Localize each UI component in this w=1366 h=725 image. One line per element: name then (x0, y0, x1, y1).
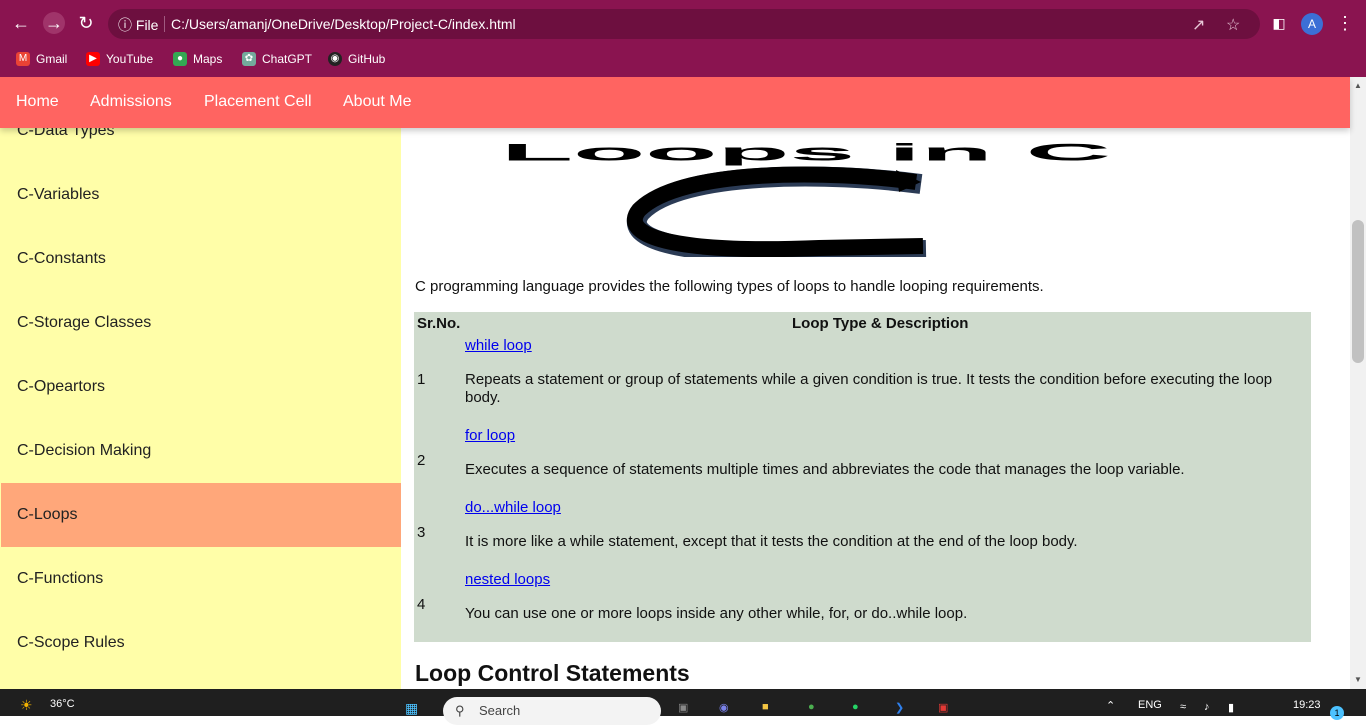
chrome-icon[interactable]: ● (808, 701, 815, 713)
menu-kebab-icon[interactable]: ⋮ (1334, 12, 1356, 34)
bookmark-star-icon[interactable]: ☆ (1226, 15, 1240, 35)
bookmark-maps[interactable]: ● Maps (173, 52, 222, 66)
loops-in-c-banner: Loops in C (501, 139, 1111, 257)
intro-text: C programming language provides the foll… (415, 278, 1044, 295)
do-while-loop-link[interactable]: do...while loop (465, 499, 561, 516)
vscode-icon[interactable]: ❯ (895, 701, 904, 714)
bookmark-label: GitHub (348, 52, 386, 66)
address-bar[interactable]: ⓘ File C:/Users/amanj/OneDrive/Desktop/P… (108, 9, 1260, 39)
bookmark-github[interactable]: ◉ GitHub (328, 52, 385, 66)
wifi-icon[interactable]: ≈ (1180, 701, 1186, 713)
browser-toolbar: ← → ↻ ⓘ File C:/Users/amanj/OneDrive/Des… (0, 0, 1366, 46)
url-text[interactable]: C:/Users/amanj/OneDrive/Desktop/Project-… (171, 16, 516, 32)
nav-admissions[interactable]: Admissions (90, 93, 172, 111)
sidebar-item-constants[interactable]: C-Constants (1, 227, 401, 291)
forward-icon[interactable]: → (43, 12, 65, 34)
bookmark-youtube[interactable]: ▶ YouTube (86, 52, 153, 66)
sidebar-item-scope-rules[interactable]: C-Scope Rules (1, 611, 401, 675)
nav-placement-cell[interactable]: Placement Cell (204, 93, 312, 111)
sidebar: C-Data Types C-Variables C-Constants C-S… (0, 77, 401, 689)
sidebar-item-loops[interactable]: C-Loops (1, 483, 401, 547)
windows-taskbar: ☀ 36°C ▦ ⚲ Search ▣ ◉ ■ ● ● ❯ ▣ ⌃ ENG ≈ … (0, 689, 1366, 725)
language-indicator[interactable]: ENG (1138, 699, 1162, 711)
row-description: You can use one or more loops inside any… (465, 605, 968, 622)
side-panel-icon[interactable]: ◧ (1268, 12, 1290, 34)
task-view-icon[interactable]: ▣ (678, 701, 688, 714)
scrollbar-thumb[interactable] (1352, 220, 1364, 363)
github-icon: ◉ (328, 52, 342, 66)
while-loop-link[interactable]: while loop (465, 337, 532, 354)
bookmarks-bar: M Gmail ▶ YouTube ● Maps ✿ ChatGPT ◉ GitHub (0, 46, 1366, 77)
row-description: Repeats a statement or group of statemen… (465, 371, 1273, 406)
row-number: 4 (417, 596, 426, 613)
main-content: Loops in C C programming language provid… (401, 77, 1323, 689)
table-header-srno: Sr.No. (417, 315, 461, 332)
bookmark-chatgpt[interactable]: ✿ ChatGPT (242, 52, 312, 66)
sidebar-item-operators[interactable]: C-Opeartors (1, 355, 401, 419)
page-viewport: C-Data Types C-Variables C-Constants C-S… (0, 77, 1366, 689)
snipping-tool-icon[interactable]: ▣ (938, 701, 948, 714)
teams-icon[interactable]: ◉ (719, 701, 729, 714)
share-icon[interactable]: ↗ (1192, 15, 1205, 35)
site-info-icon[interactable]: ⓘ File (118, 15, 158, 35)
nested-loops-link[interactable]: nested loops (465, 571, 550, 588)
loop-types-table: Sr.No. Loop Type & Description while loo… (414, 312, 1311, 642)
row-description: Executes a sequence of statements multip… (465, 461, 1185, 478)
notification-badge[interactable]: 1 (1330, 706, 1344, 720)
table-header-description: Loop Type & Description (792, 315, 969, 332)
page-scrollbar[interactable]: ▲ ▼ (1350, 77, 1366, 689)
section-heading: Loop Control Statements (415, 660, 690, 686)
nav-about-me[interactable]: About Me (343, 93, 411, 111)
for-loop-link[interactable]: for loop (465, 427, 515, 444)
file-explorer-icon[interactable]: ■ (762, 701, 769, 713)
gmail-icon: M (16, 52, 30, 66)
tray-overflow-icon[interactable]: ⌃ (1106, 699, 1115, 712)
windows-start-icon[interactable]: ▦ (405, 700, 418, 717)
bookmark-label: Gmail (36, 52, 68, 66)
weather-temp[interactable]: 36°C (50, 698, 75, 710)
profile-avatar[interactable]: A (1301, 13, 1323, 35)
sidebar-item-functions[interactable]: C-Functions (1, 547, 401, 611)
site-top-nav: Home Admissions Placement Cell About Me (0, 77, 1350, 128)
row-number: 3 (417, 524, 426, 541)
whatsapp-icon[interactable]: ● (852, 701, 859, 713)
bookmark-label: YouTube (106, 52, 154, 66)
volume-icon[interactable]: ♪ (1204, 701, 1210, 713)
sidebar-item-storage-classes[interactable]: C-Storage Classes (1, 291, 401, 355)
taskbar-search[interactable]: ⚲ Search (443, 697, 661, 725)
clock-time[interactable]: 19:23 (1293, 699, 1321, 711)
bookmark-gmail[interactable]: M Gmail (16, 52, 67, 66)
url-scheme: File (135, 17, 159, 33)
row-description: It is more like a while statement, excep… (465, 533, 1078, 550)
weather-icon[interactable]: ☀ (20, 697, 33, 714)
reload-icon[interactable]: ↻ (75, 12, 97, 34)
sidebar-item-decision-making[interactable]: C-Decision Making (1, 419, 401, 483)
row-number: 2 (417, 452, 426, 469)
bookmark-label: Maps (193, 52, 223, 66)
omnibox-divider (164, 16, 165, 32)
banner-title: Loops in C (501, 139, 1111, 166)
row-number: 1 (417, 371, 426, 388)
maps-icon: ● (173, 52, 187, 66)
scroll-up-icon[interactable]: ▲ (1354, 81, 1362, 90)
nav-home[interactable]: Home (16, 93, 59, 111)
sidebar-item-variables[interactable]: C-Variables (1, 163, 401, 227)
bookmark-label: ChatGPT (262, 52, 313, 66)
chatgpt-icon: ✿ (242, 52, 256, 66)
youtube-icon: ▶ (86, 52, 100, 66)
back-icon[interactable]: ← (10, 12, 32, 34)
scroll-down-icon[interactable]: ▼ (1354, 675, 1362, 684)
battery-icon[interactable]: ▮ (1228, 701, 1234, 714)
search-icon: ⚲ (455, 703, 465, 718)
